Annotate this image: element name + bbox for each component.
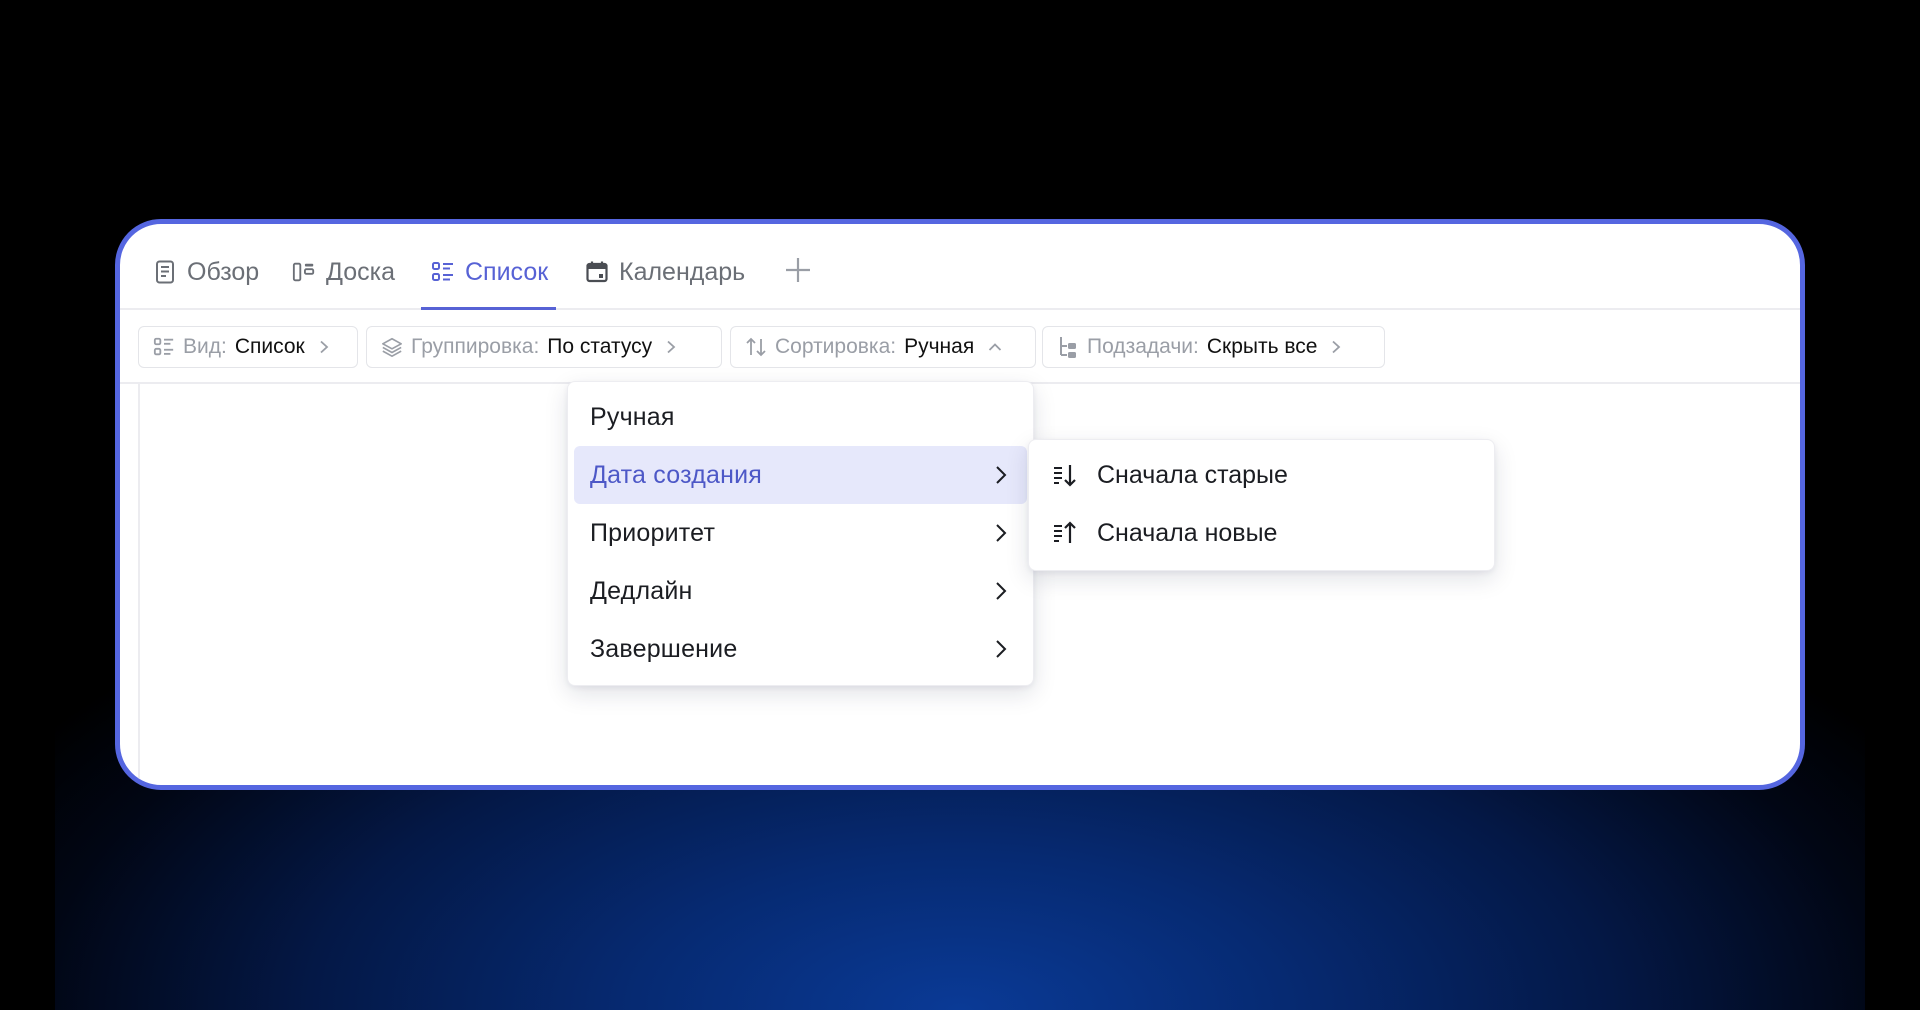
menu-item-label: Ручная (590, 402, 675, 431)
plus-icon (786, 258, 810, 282)
sort-direction-submenu: Сначала старые Сначала новые (1028, 439, 1495, 571)
sort-descending-icon (1051, 519, 1079, 547)
tab-board[interactable]: Доска (292, 250, 395, 308)
sort-menu: Ручная Дата создания Приоритет Дедлайн З… (567, 381, 1034, 686)
board-icon (292, 259, 316, 285)
document-icon (153, 259, 177, 285)
chevron-right-icon (319, 340, 333, 354)
subtasks-value: Скрыть все (1206, 335, 1318, 358)
tab-calendar[interactable]: Календарь (585, 250, 745, 308)
chevron-up-icon (988, 340, 1002, 354)
sorting-selector[interactable]: Сортировка: Ручная (730, 326, 1036, 368)
list-icon (153, 336, 175, 358)
grouping-selector[interactable]: Группировка: По статусу (366, 326, 722, 368)
tab-bar: Обзор Доска Список Календарь (120, 224, 1800, 310)
sorting-key: Сортировка: (775, 335, 897, 358)
menu-item-label: Завершение (590, 634, 738, 663)
sort-ascending-icon (1051, 461, 1079, 489)
sort-option-manual[interactable]: Ручная (574, 388, 1027, 446)
chevron-right-icon (995, 638, 1011, 660)
subtasks-selector[interactable]: Подзадачи: Скрыть все (1042, 326, 1385, 368)
list-icon (431, 259, 455, 285)
layers-icon (381, 336, 403, 358)
sorting-value: Ручная (904, 335, 975, 358)
view-selector[interactable]: Вид: Список (138, 326, 358, 368)
subtasks-key: Подзадачи: (1087, 335, 1199, 358)
sort-option-priority[interactable]: Приоритет (574, 504, 1027, 562)
sort-option-completion[interactable]: Завершение (574, 620, 1027, 678)
chevron-right-icon (1331, 340, 1345, 354)
sort-arrows-icon (745, 336, 767, 358)
grouping-key: Группировка: (411, 335, 540, 358)
menu-item-label: Приоритет (590, 518, 716, 547)
chevron-right-icon (995, 464, 1011, 486)
chevron-right-icon (995, 522, 1011, 544)
sort-option-created-date[interactable]: Дата создания (574, 446, 1027, 504)
submenu-item-label: Сначала старые (1097, 460, 1288, 489)
view-key: Вид: (183, 335, 227, 358)
grouping-value: По статусу (547, 335, 653, 358)
sort-option-deadline[interactable]: Дедлайн (574, 562, 1027, 620)
view-value: Список (234, 335, 305, 358)
tab-overview[interactable]: Обзор (153, 250, 259, 308)
calendar-icon (585, 259, 609, 285)
tab-label: Календарь (619, 258, 746, 286)
chevron-right-icon (666, 340, 680, 354)
sort-newest-first[interactable]: Сначала новые (1035, 504, 1488, 562)
tab-list[interactable]: Список (420, 250, 557, 310)
content-divider (138, 384, 140, 785)
subtasks-icon (1057, 336, 1079, 358)
tab-label: Обзор (187, 258, 260, 286)
view-toolbar: Вид: Список Группировка: По статусу Сорт… (120, 312, 1800, 384)
submenu-item-label: Сначала новые (1097, 518, 1278, 547)
menu-item-label: Дата создания (590, 460, 763, 489)
tab-label: Список (465, 258, 549, 286)
add-tab-button[interactable] (782, 254, 814, 286)
sort-oldest-first[interactable]: Сначала старые (1035, 446, 1488, 504)
chevron-right-icon (995, 580, 1011, 602)
tab-label: Доска (326, 258, 396, 286)
menu-item-label: Дедлайн (590, 576, 693, 605)
